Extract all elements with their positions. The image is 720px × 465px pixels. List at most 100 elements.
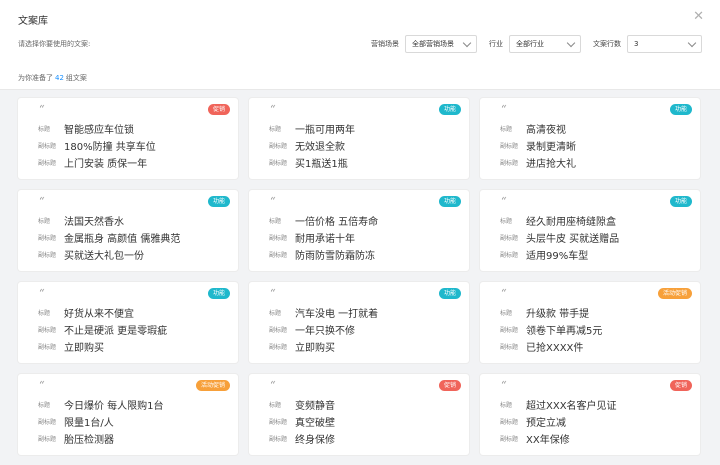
title-text: 经久耐用座椅缝隙盒 — [526, 217, 616, 228]
copy-card[interactable]: “ 活动促销 标题 今日爆价 每人限购1台 副标题 限量1台/人 副标题 胎压检… — [18, 374, 238, 455]
subtitle-text: 终身保修 — [295, 435, 335, 446]
category-badge: 促销 — [669, 380, 692, 391]
quote-icon: “ — [39, 379, 45, 392]
subtitle-row: 副标题 上门安装 质保一年 — [38, 154, 156, 171]
title-label: 标题 — [500, 402, 513, 409]
chevron-down-icon — [566, 38, 576, 48]
subtitle-row: 副标题 预定立减 — [500, 413, 617, 430]
subtitle-text: 金属瓶身 高颜值 儒雅典范 — [64, 234, 181, 245]
title-label: 标题 — [38, 402, 51, 409]
subtitle-row: 副标题 领卷下单再减5元 — [500, 321, 602, 338]
quote-icon: “ — [39, 287, 45, 300]
title-row: 标题 一瓶可用两年 — [269, 120, 355, 137]
subtitle-text: 头层牛皮 买就送赠品 — [526, 234, 620, 245]
subtitle-row: 副标题 胎压检测器 — [38, 430, 164, 447]
copy-card[interactable]: “ 促销 标题 变频静音 副标题 真空破壁 副标题 终身保修 — [249, 374, 469, 455]
subtitle-label: 副标题 — [269, 436, 288, 443]
subtitle-text: 买1瓶送1瓶 — [295, 159, 348, 170]
copy-card[interactable]: “ 功能 标题 好货从来不便宜 副标题 不止是硬派 更是零瑕疵 副标题 立即购买 — [18, 282, 238, 363]
subtitle-row: 副标题 录制更清晰 — [500, 137, 576, 154]
title-label: 标题 — [269, 402, 282, 409]
copy-card[interactable]: “ 功能 标题 汽车没电 一打就着 副标题 一年只换不修 副标题 立即购买 — [249, 282, 469, 363]
subtitle-text: 胎压检测器 — [64, 435, 114, 446]
subtitle-text: 限量1台/人 — [64, 418, 114, 429]
scene-select[interactable]: 全部营销场景 — [405, 35, 477, 53]
subtitle-label: 副标题 — [38, 160, 57, 167]
category-badge: 功能 — [438, 288, 461, 299]
subtitle-label: 副标题 — [269, 143, 288, 150]
subtitle-label: 副标题 — [38, 344, 57, 351]
subtitle-text: 立即购买 — [295, 343, 335, 354]
copy-card[interactable]: “ 功能 标题 一倍价格 五倍寿命 副标题 耐用承诺十年 副标题 防雨防雪防霜防… — [249, 190, 469, 271]
subtitle-label: 副标题 — [38, 252, 57, 259]
title-label: 标题 — [38, 310, 51, 317]
subtitle-row: 副标题 真空破壁 — [269, 413, 335, 430]
subtitle-label: 副标题 — [269, 160, 288, 167]
copy-lines: 标题 一瓶可用两年 副标题 无效退全款 副标题 买1瓶送1瓶 — [269, 120, 355, 171]
copy-card[interactable]: “ 促销 标题 超过XXX名客户见证 副标题 预定立减 副标题 XX年保修 — [480, 374, 700, 455]
subtitle-text: 不止是硬派 更是零瑕疵 — [64, 326, 168, 337]
title-text: 超过XXX名客户见证 — [526, 401, 617, 412]
subtitle-text: 真空破壁 — [295, 418, 335, 429]
title-label: 标题 — [38, 126, 51, 133]
subtitle-row: 副标题 不止是硬派 更是零瑕疵 — [38, 321, 167, 338]
category-badge: 功能 — [438, 104, 461, 115]
subtitle-row: 副标题 终身保修 — [269, 430, 335, 447]
copy-card[interactable]: “ 功能 标题 高清夜视 副标题 录制更清晰 副标题 进店抢大礼 — [480, 98, 700, 179]
copy-card-grid: “ 促销 标题 智能感应车位锁 副标题 180%防撞 共享车位 副标题 上门安装… — [18, 98, 700, 455]
title-label: 标题 — [500, 218, 513, 225]
quote-icon: “ — [270, 103, 276, 116]
quote-icon: “ — [501, 195, 507, 208]
title-text: 升级款 带手提 — [526, 309, 590, 320]
industry-select-value: 全部行业 — [516, 40, 544, 48]
subtitle-label: 副标题 — [38, 419, 57, 426]
subtitle-label: 副标题 — [500, 327, 519, 334]
chevron-down-icon — [687, 38, 697, 48]
category-badge: 功能 — [669, 104, 692, 115]
title-row: 标题 升级款 带手提 — [500, 304, 602, 321]
title-label: 标题 — [269, 310, 282, 317]
close-icon[interactable]: ✕ — [693, 10, 704, 23]
subtitle-text: 立即购买 — [64, 343, 104, 354]
subtitle-label: 副标题 — [500, 419, 519, 426]
subtitle-text: 适用99%车型 — [526, 251, 589, 262]
copy-card[interactable]: “ 功能 标题 法国天然香水 副标题 金属瓶身 高颜值 儒雅典范 副标题 买就送… — [18, 190, 238, 271]
title-row: 标题 智能感应车位锁 — [38, 120, 156, 137]
subtitle-row: 副标题 耐用承诺十年 — [269, 229, 378, 246]
title-row: 标题 高清夜视 — [500, 120, 576, 137]
industry-filter-label: 行业 — [489, 40, 503, 48]
copy-card[interactable]: “ 功能 标题 一瓶可用两年 副标题 无效退全款 副标题 买1瓶送1瓶 — [249, 98, 469, 179]
subtitle-text: 耐用承诺十年 — [295, 234, 355, 245]
title-row: 标题 今日爆价 每人限购1台 — [38, 396, 164, 413]
subtitle-text: 无效退全款 — [295, 142, 345, 153]
subtitle-row: 副标题 头层牛皮 买就送赠品 — [500, 229, 619, 246]
subtitle-label: 副标题 — [500, 160, 519, 167]
title-text: 今日爆价 每人限购1台 — [64, 401, 164, 412]
quote-icon: “ — [270, 287, 276, 300]
copy-lines: 标题 汽车没电 一打就着 副标题 一年只换不修 副标题 立即购买 — [269, 304, 378, 355]
category-badge: 促销 — [207, 104, 230, 115]
quote-icon: “ — [501, 103, 507, 116]
copy-lines: 标题 超过XXX名客户见证 副标题 预定立减 副标题 XX年保修 — [500, 396, 617, 447]
copy-card[interactable]: “ 活动促销 标题 升级款 带手提 副标题 领卷下单再减5元 副标题 已抢XXX… — [480, 282, 700, 363]
subtitle-row: 副标题 限量1台/人 — [38, 413, 164, 430]
dialog-header-panel: 文案库 ✕ 请选择你要使用的文案: 营销场景 全部营销场景 行业 全部行业 文案… — [0, 0, 720, 90]
copy-card[interactable]: “ 促销 标题 智能感应车位锁 副标题 180%防撞 共享车位 副标题 上门安装… — [18, 98, 238, 179]
title-text: 法国天然香水 — [64, 217, 124, 228]
quote-icon: “ — [270, 379, 276, 392]
subtitle-label: 副标题 — [269, 252, 288, 259]
category-badge: 活动促销 — [657, 288, 692, 299]
subtitle-label: 副标题 — [38, 327, 57, 334]
quote-icon: “ — [39, 103, 45, 116]
quote-icon: “ — [270, 195, 276, 208]
industry-select[interactable]: 全部行业 — [509, 35, 581, 53]
title-text: 一瓶可用两年 — [295, 125, 355, 136]
copy-card[interactable]: “ 功能 标题 经久耐用座椅缝隙盒 副标题 头层牛皮 买就送赠品 副标题 适用9… — [480, 190, 700, 271]
subtitle-row: 副标题 180%防撞 共享车位 — [38, 137, 156, 154]
lines-select[interactable]: 3 — [627, 35, 702, 53]
copy-lines: 标题 智能感应车位锁 副标题 180%防撞 共享车位 副标题 上门安装 质保一年 — [38, 120, 156, 171]
subtitle-label: 副标题 — [269, 327, 288, 334]
subtitle-text: 180%防撞 共享车位 — [64, 142, 156, 153]
quote-icon: “ — [501, 379, 507, 392]
subtitle-row: 副标题 立即购买 — [269, 338, 378, 355]
